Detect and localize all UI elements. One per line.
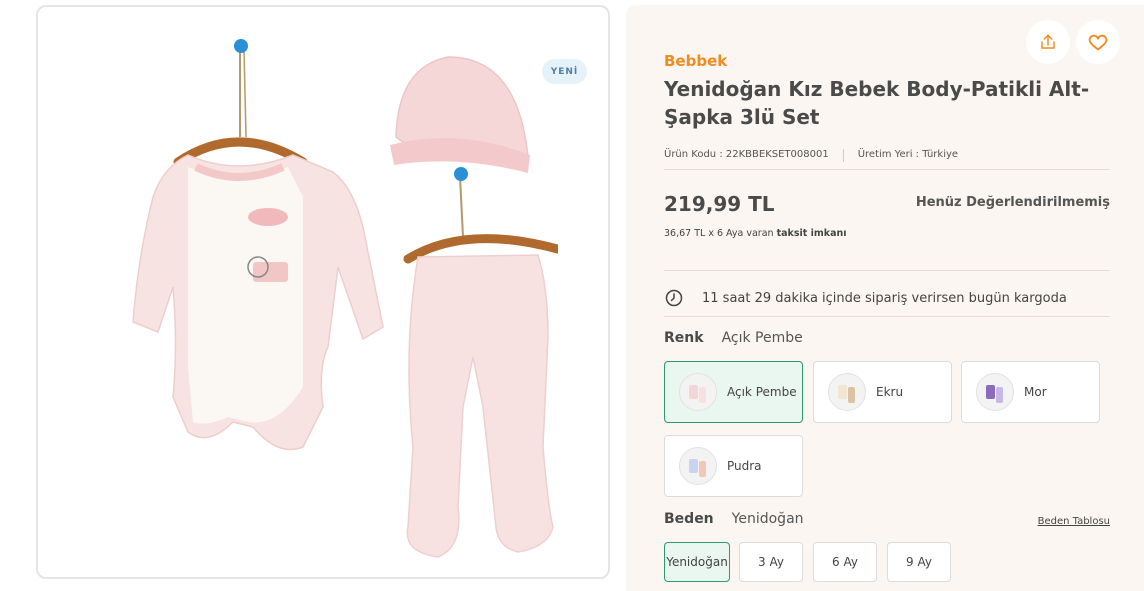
color-option-ekru[interactable]: Ekru bbox=[813, 361, 952, 423]
color-label: Renk bbox=[664, 330, 704, 346]
brand-name[interactable]: Bebbek bbox=[664, 52, 727, 70]
favorite-button[interactable] bbox=[1076, 20, 1120, 64]
share-icon bbox=[1041, 34, 1055, 49]
heart-icon bbox=[1088, 34, 1108, 51]
size-label: Beden bbox=[664, 511, 714, 527]
product-image-panel: YENİ bbox=[36, 5, 610, 579]
product-image[interactable] bbox=[78, 27, 558, 572]
new-badge: YENİ bbox=[542, 59, 587, 84]
size-label-row: Beden Yenidoğan bbox=[664, 511, 804, 527]
installment-link[interactable]: taksit imkanı bbox=[777, 228, 847, 239]
share-button[interactable] bbox=[1026, 20, 1070, 64]
product-title: Yenidoğan Kız Bebek Body-Patikli Alt-Şap… bbox=[664, 77, 1090, 129]
size-table-link[interactable]: Beden Tablosu bbox=[1038, 516, 1110, 527]
size-option-6-ay[interactable]: 6 Ay bbox=[813, 542, 877, 582]
installment-info: 36,67 TL x 6 Aya varan taksit imkanı bbox=[664, 228, 847, 239]
color-option-label: Ekru bbox=[876, 384, 904, 399]
product-info-panel: Bebbek Yenidoğan Kız Bebek Body-Patikli … bbox=[626, 5, 1144, 591]
color-option-label: Pudra bbox=[727, 458, 762, 473]
color-label-row: Renk Açık Pembe bbox=[664, 330, 803, 346]
color-option-mor[interactable]: Mor bbox=[961, 361, 1100, 423]
color-option-label: Açık Pembe bbox=[727, 384, 797, 399]
color-option-label: Mor bbox=[1024, 384, 1047, 399]
product-origin: Üretim Yeri : Türkiye bbox=[857, 149, 959, 160]
product-meta: Ürün Kodu : 22KBBEKSET008001 Üretim Yeri… bbox=[664, 149, 958, 162]
outfit-icon bbox=[689, 459, 706, 477]
outfit-icon bbox=[689, 385, 706, 403]
product-price: 219,99 TL bbox=[664, 192, 775, 216]
color-thumbnail bbox=[679, 373, 717, 411]
outfit-icon bbox=[838, 385, 855, 403]
color-option-pudra[interactable]: Pudra bbox=[664, 435, 803, 497]
size-option-yenidogan[interactable]: Yenidoğan bbox=[664, 542, 730, 582]
rating-status[interactable]: Henüz Değerlendirilmemiş bbox=[916, 195, 1110, 210]
product-code: Ürün Kodu : 22KBBEKSET008001 bbox=[664, 149, 829, 160]
installment-text: 36,67 TL x 6 Aya varan bbox=[664, 228, 777, 239]
color-thumbnail bbox=[976, 373, 1014, 411]
color-option-acik-pembe[interactable]: Açık Pembe bbox=[664, 361, 803, 423]
shipping-info: 11 saat 29 dakika içinde sipariş verirse… bbox=[664, 288, 1067, 308]
size-option-3-ay[interactable]: 3 Ay bbox=[739, 542, 803, 582]
selected-color: Açık Pembe bbox=[721, 330, 803, 346]
divider bbox=[664, 169, 1110, 170]
clock-icon bbox=[665, 289, 683, 307]
shipping-text: 11 saat 29 dakika içinde sipariş verirse… bbox=[702, 290, 1067, 306]
outfit-icon bbox=[986, 385, 1003, 403]
color-thumbnail bbox=[828, 373, 866, 411]
product-page: YENİ Bebbek Yenidoğan Kız Bebek Body-Pat… bbox=[0, 0, 1144, 591]
size-option-9-ay[interactable]: 9 Ay bbox=[887, 542, 951, 582]
color-thumbnail bbox=[679, 447, 717, 485]
divider bbox=[664, 270, 1110, 271]
divider bbox=[664, 316, 1110, 317]
selected-size: Yenidoğan bbox=[731, 511, 804, 527]
meta-divider bbox=[842, 149, 844, 162]
